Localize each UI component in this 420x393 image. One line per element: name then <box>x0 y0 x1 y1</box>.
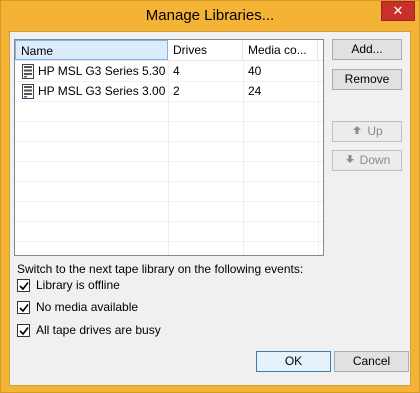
arrow-up-icon <box>351 122 363 141</box>
title-bar[interactable]: Manage Libraries... ✕ <box>1 1 419 31</box>
library-name: HP MSL G3 Series 5.30... <box>38 64 166 78</box>
manage-libraries-dialog: Manage Libraries... ✕ Name Drives Media … <box>0 0 420 393</box>
up-label: Up <box>367 124 383 138</box>
checkmark-icon <box>19 327 29 336</box>
arrow-down-icon <box>344 151 356 170</box>
library-media-count: 40 <box>248 64 262 78</box>
library-drives: 2 <box>173 84 180 98</box>
row-divider <box>15 221 323 222</box>
library-offline-label[interactable]: Library is offline <box>36 278 120 293</box>
events-label: Switch to the next tape library on the f… <box>17 262 304 276</box>
list-header: Name Drives Media co... <box>15 40 323 61</box>
add-button[interactable]: Add... <box>332 39 402 60</box>
row-divider <box>15 121 323 122</box>
checkmark-icon <box>19 282 29 291</box>
libraries-list[interactable]: Name Drives Media co... HP MSL G3 Series… <box>14 39 324 256</box>
drives-busy-checkbox[interactable] <box>17 324 30 337</box>
cancel-button[interactable]: Cancel <box>334 351 409 372</box>
row-divider <box>15 241 323 242</box>
dialog-body: Name Drives Media co... HP MSL G3 Series… <box>9 31 411 386</box>
drives-busy-label[interactable]: All tape drives are busy <box>36 323 161 338</box>
library-media-count: 24 <box>248 84 262 98</box>
list-item[interactable]: HP MSL G3 Series 3.00... 2 24 <box>16 82 322 101</box>
dialog-title: Manage Libraries... <box>145 7 275 24</box>
row-divider <box>15 161 323 162</box>
tape-library-icon <box>22 84 34 99</box>
no-media-checkbox[interactable] <box>17 301 30 314</box>
library-drives: 4 <box>173 64 180 78</box>
column-header-name[interactable]: Name <box>15 40 168 60</box>
remove-button[interactable]: Remove <box>332 69 402 90</box>
tape-library-icon <box>22 64 34 79</box>
close-button[interactable]: ✕ <box>381 1 415 21</box>
up-button[interactable]: Up <box>332 121 402 142</box>
column-header-drives[interactable]: Drives <box>168 40 243 60</box>
library-name: HP MSL G3 Series 3.00... <box>38 84 166 98</box>
row-divider <box>15 181 323 182</box>
down-label: Down <box>359 153 391 167</box>
column-header-media[interactable]: Media co... <box>243 40 318 60</box>
checkmark-icon <box>19 304 29 313</box>
list-item[interactable]: HP MSL G3 Series 5.30... 4 40 <box>16 62 322 81</box>
row-divider <box>15 141 323 142</box>
row-divider <box>15 201 323 202</box>
down-button[interactable]: Down <box>332 150 402 171</box>
library-offline-checkbox[interactable] <box>17 279 30 292</box>
no-media-label[interactable]: No media available <box>36 300 138 315</box>
ok-button[interactable]: OK <box>256 351 331 372</box>
row-divider <box>15 101 323 102</box>
